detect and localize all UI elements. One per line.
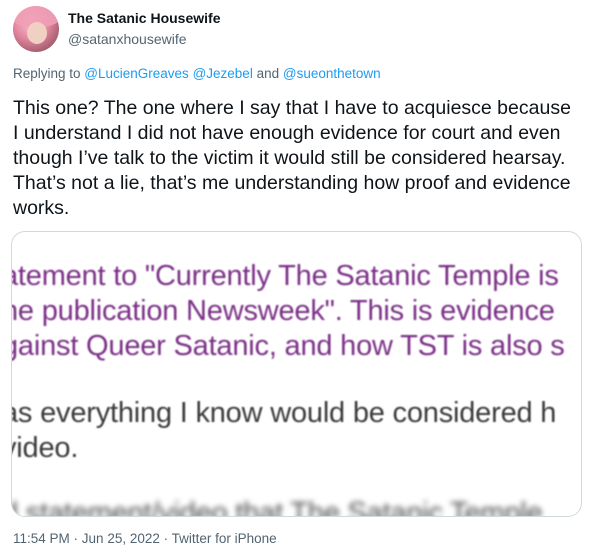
tweet-meta: 11:54 PM · Jun 25, 2022 · Twitter for iP… xyxy=(13,531,277,546)
replying-to: Replying to @LucienGreaves @Jezebel and … xyxy=(13,66,381,81)
tweet-time[interactable]: 11:54 PM xyxy=(13,531,70,546)
mention-jezebel[interactable]: @Jezebel xyxy=(193,66,253,81)
mention-sueonthetown[interactable]: @sueonthetown xyxy=(283,66,381,81)
media-text-line: as everything I know would be considered… xyxy=(11,397,557,429)
media-text-line: gainst Queer Satanic, and how TST is als… xyxy=(11,330,565,362)
tweet-date[interactable]: Jun 25, 2022 xyxy=(82,531,160,546)
media-text-line: d statement/video that The Satanic Templ… xyxy=(11,497,543,517)
meta-separator: · xyxy=(159,531,172,546)
author-names: The Satanic Housewife @satanxhousewife xyxy=(68,10,220,48)
avatar[interactable] xyxy=(13,6,59,52)
tweet-source[interactable]: Twitter for iPhone xyxy=(172,531,277,546)
media-text-line: he publication Newsweek". This is eviden… xyxy=(11,295,555,327)
mention-luciengreaves[interactable]: @LucienGreaves xyxy=(84,66,189,81)
replying-prefix: Replying to xyxy=(13,66,85,81)
tweet-text: This one? The one where I say that I hav… xyxy=(13,97,571,219)
replying-joiner: and xyxy=(252,66,283,81)
display-name[interactable]: The Satanic Housewife xyxy=(68,10,220,28)
user-handle[interactable]: @satanxhousewife xyxy=(68,31,220,49)
media-text-line: video. xyxy=(12,432,79,464)
meta-separator: · xyxy=(69,531,82,546)
media-text-line: atement to "Currently The Satanic Temple… xyxy=(11,260,559,292)
tweet-header: The Satanic Housewife @satanxhousewife xyxy=(13,6,220,52)
avatar-face xyxy=(27,22,47,44)
tweet-media-image[interactable]: atement to "Currently The Satanic Temple… xyxy=(11,231,582,517)
